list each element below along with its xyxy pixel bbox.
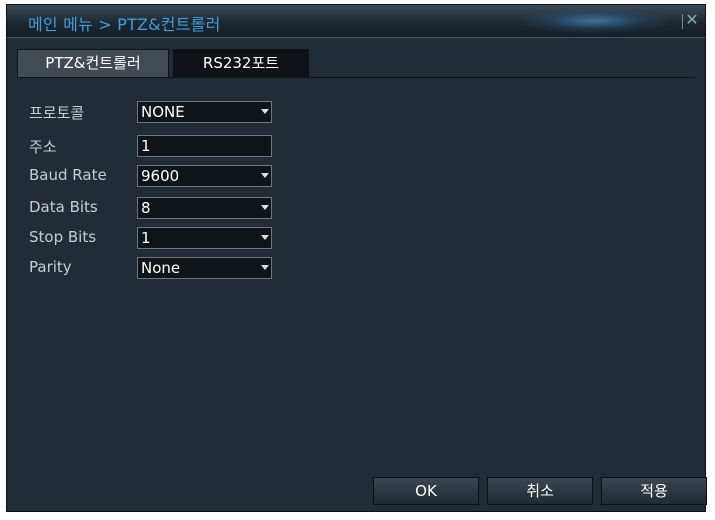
- address-value: 1: [141, 137, 151, 155]
- chevron-down-icon: [261, 173, 269, 178]
- stop-bits-select[interactable]: 1: [137, 227, 272, 249]
- data-bits-select[interactable]: 8: [137, 197, 272, 219]
- stop-bits-label: Stop Bits: [29, 228, 97, 246]
- parity-select[interactable]: None: [137, 257, 272, 279]
- baud-rate-label: Baud Rate: [29, 166, 107, 184]
- protocol-value: NONE: [141, 103, 185, 121]
- baud-rate-value: 9600: [141, 167, 180, 185]
- title-bar: 메인 메뉴 > PTZ&컨트롤러 ✕: [7, 5, 705, 38]
- ok-button[interactable]: OK: [373, 477, 479, 505]
- stop-bits-value: 1: [141, 229, 151, 247]
- chevron-down-icon: [261, 205, 269, 210]
- tab-ptz-controller[interactable]: PTZ&컨트롤러: [17, 49, 169, 78]
- window-title: 메인 메뉴 > PTZ&컨트롤러: [28, 15, 221, 34]
- apply-button[interactable]: 적용: [601, 477, 707, 505]
- chevron-down-icon: [261, 265, 269, 270]
- ptz-controller-dialog: 메인 메뉴 > PTZ&컨트롤러 ✕ PTZ&컨트롤러 RS232포트 프로토콜…: [6, 4, 707, 512]
- chevron-down-icon: [261, 109, 269, 114]
- tab-rs232-port[interactable]: RS232포트: [173, 49, 309, 77]
- baud-rate-select[interactable]: 9600: [137, 165, 272, 187]
- close-icon[interactable]: ✕: [683, 10, 701, 30]
- address-label: 주소: [29, 138, 57, 156]
- tab-content-border: [17, 77, 695, 78]
- title-glow: [519, 9, 669, 33]
- chevron-down-icon: [261, 235, 269, 240]
- protocol-label: 프로토콜: [29, 104, 85, 122]
- data-bits-value: 8: [141, 199, 151, 217]
- protocol-select[interactable]: NONE: [137, 101, 272, 123]
- parity-label: Parity: [29, 258, 72, 276]
- cancel-button[interactable]: 취소: [487, 477, 593, 505]
- address-input[interactable]: 1: [137, 135, 272, 157]
- data-bits-label: Data Bits: [29, 198, 98, 216]
- parity-value: None: [141, 259, 181, 277]
